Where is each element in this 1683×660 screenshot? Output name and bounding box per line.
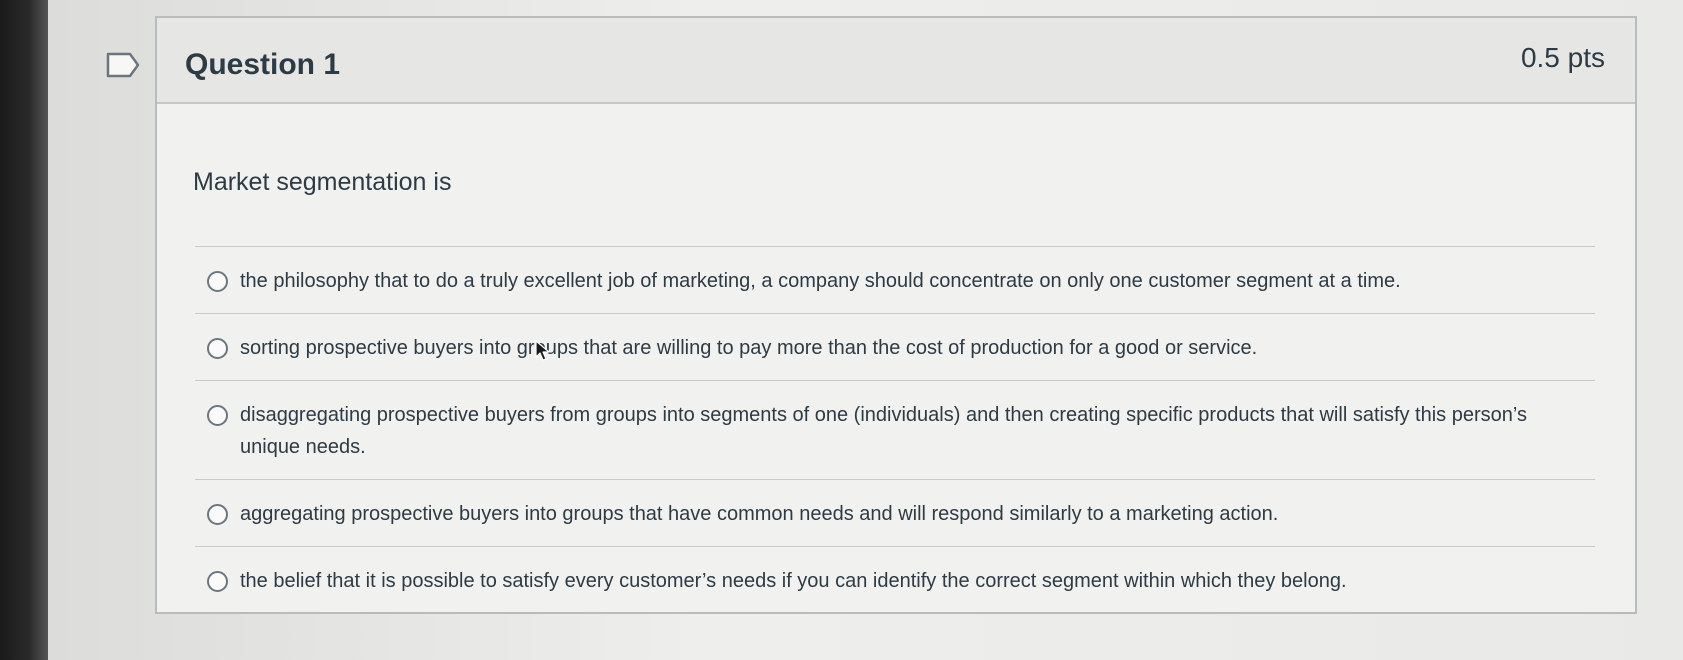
radio-button[interactable] bbox=[207, 271, 228, 292]
answer-label[interactable]: sorting prospective buyers into groups t… bbox=[240, 332, 1257, 364]
screen-edge-shadow bbox=[0, 0, 48, 660]
answer-option[interactable]: aggregating prospective buyers into grou… bbox=[195, 480, 1595, 547]
answer-list: the philosophy that to do a truly excell… bbox=[195, 246, 1595, 613]
flag-question-icon[interactable] bbox=[106, 52, 140, 78]
radio-button[interactable] bbox=[207, 338, 228, 359]
question-card: Question 1 0.5 pts Market segmentation i… bbox=[155, 16, 1637, 614]
answer-label[interactable]: the philosophy that to do a truly excell… bbox=[240, 265, 1401, 297]
answer-label[interactable]: the belief that it is possible to satisf… bbox=[240, 565, 1347, 597]
question-title: Question 1 bbox=[185, 48, 341, 81]
radio-button[interactable] bbox=[207, 504, 228, 525]
question-points: 0.5 pts bbox=[1520, 42, 1605, 73]
question-prompt: Market segmentation is bbox=[193, 168, 452, 196]
question-header: Question 1 0.5 pts bbox=[157, 18, 1635, 104]
answer-label[interactable]: disaggregating prospective buyers from g… bbox=[240, 399, 1585, 463]
mouse-pointer-icon bbox=[535, 340, 550, 361]
answer-option[interactable]: sorting prospective buyers into groups t… bbox=[195, 314, 1595, 381]
radio-button[interactable] bbox=[207, 571, 228, 592]
answer-option[interactable]: the philosophy that to do a truly excell… bbox=[195, 247, 1595, 314]
answer-option[interactable]: disaggregating prospective buyers from g… bbox=[195, 381, 1595, 480]
answer-label[interactable]: aggregating prospective buyers into grou… bbox=[240, 498, 1278, 530]
answer-option[interactable]: the belief that it is possible to satisf… bbox=[195, 547, 1595, 613]
radio-button[interactable] bbox=[207, 405, 228, 426]
